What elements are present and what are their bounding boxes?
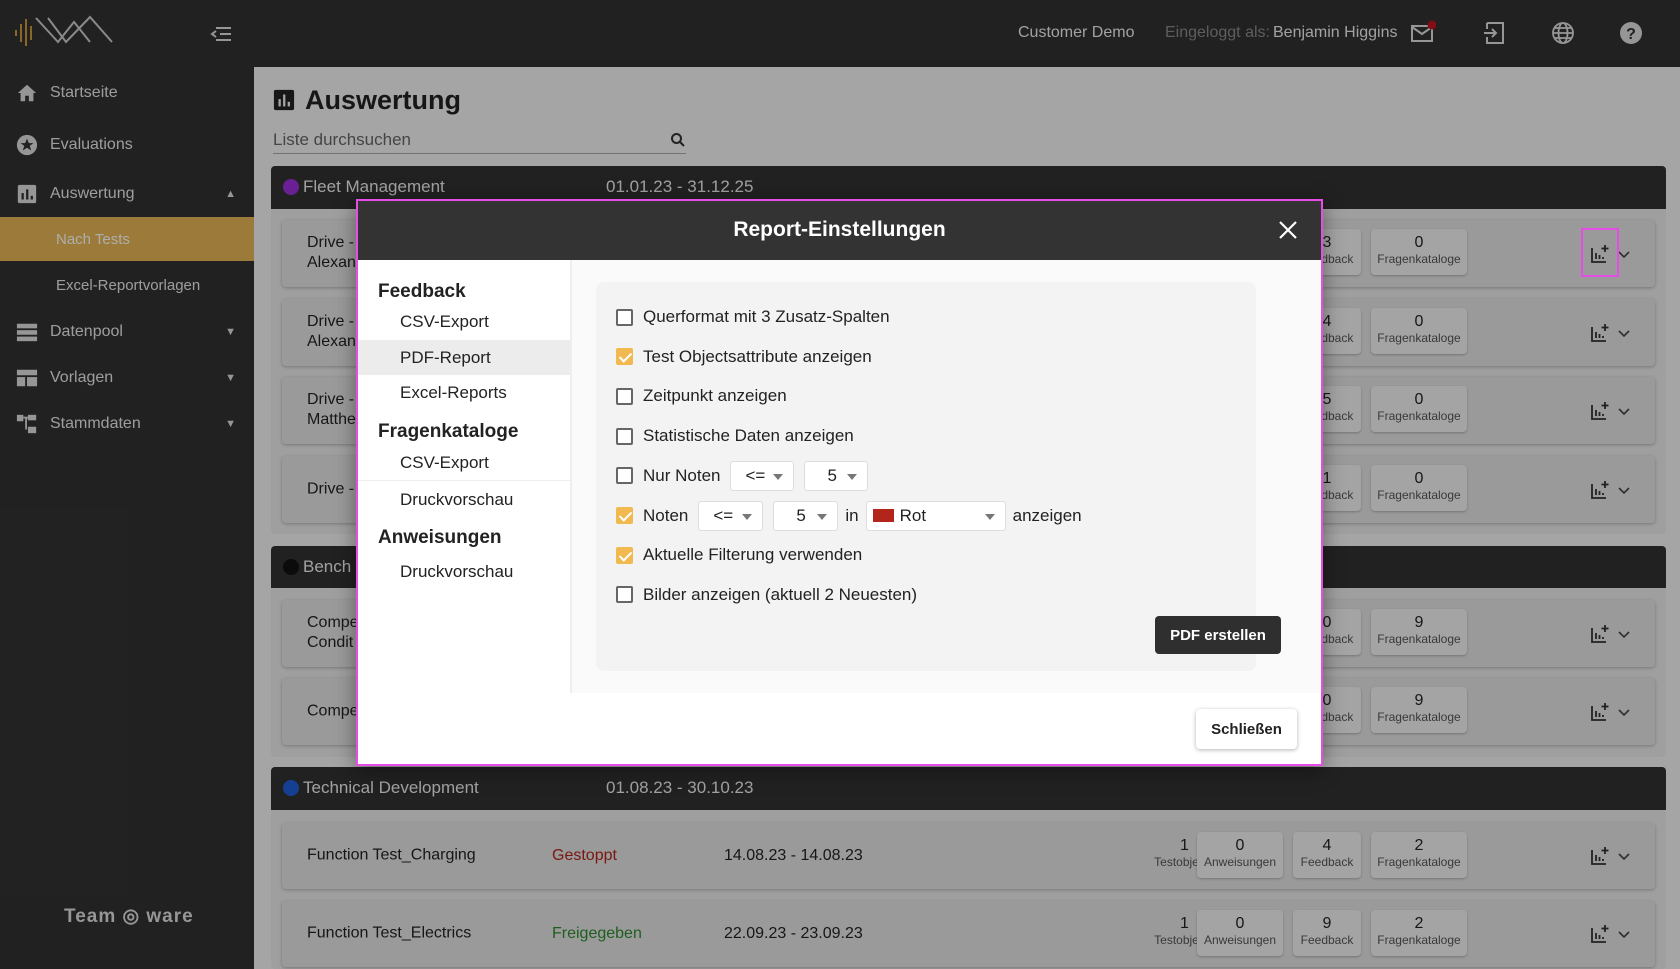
close-button[interactable]: Schließen (1196, 709, 1297, 749)
checkbox[interactable] (616, 507, 633, 524)
highlight-box (1581, 228, 1619, 277)
option-label: Querformat mit 3 Zusatz-Spalten (643, 307, 890, 326)
option-label: Noten (643, 505, 689, 525)
create-pdf-button[interactable]: PDF erstellen (1155, 616, 1281, 654)
option-label: Nur Noten (643, 465, 721, 485)
dialog-title: Report-Einstellungen (733, 218, 946, 241)
checkbox[interactable] (616, 348, 633, 366)
nav-feedback-pdf-report[interactable]: PDF-Report (358, 340, 570, 375)
option-label: Test Objectsattribute anzeigen (643, 346, 872, 366)
option-row: Zeitpunkt anzeigen (616, 381, 787, 411)
report-nav: Feedback CSV-Export PDF-Report Excel-Rep… (358, 260, 572, 693)
nav-anweisungen-druckvorschau[interactable]: Druckvorschau (358, 554, 570, 589)
option-row: Bilder anzeigen (aktuell 2 Neuesten) (616, 580, 917, 610)
close-icon[interactable] (1277, 219, 1299, 241)
nav-fragen-csv-export[interactable]: CSV-Export (358, 446, 570, 481)
anzeigen-label: anzeigen (1012, 505, 1082, 525)
checkbox[interactable] (616, 308, 633, 326)
nur-noten-value-select[interactable]: 5 (804, 460, 869, 491)
option-row: Querformat mit 3 Zusatz-Spalten (616, 302, 890, 332)
pdf-options-panel: Querformat mit 3 Zusatz-Spalten Test Obje… (596, 282, 1281, 671)
option-row: Noten <= 5 in Rot anzeigen (616, 500, 1082, 531)
dialog-header: Report-Einstellungen (358, 201, 1321, 260)
nav-heading-fragenkataloge: Fragenkataloge (378, 421, 519, 442)
noten-operator-select[interactable]: <= (698, 500, 764, 531)
option-label: Zeitpunkt anzeigen (643, 386, 787, 406)
nav-heading-feedback: Feedback (378, 281, 466, 302)
checkbox[interactable] (616, 427, 633, 445)
option-row: Nur Noten <= 5 (616, 460, 878, 491)
color-swatch (872, 509, 894, 522)
nav-feedback-excel-reports[interactable]: Excel-Reports (358, 375, 570, 410)
nav-heading-anweisungen: Anweisungen (378, 527, 502, 548)
checkbox[interactable] (616, 387, 633, 405)
nav-fragen-druckvorschau[interactable]: Druckvorschau (358, 482, 570, 517)
settings-area: Querformat mit 3 Zusatz-Spalten Test Obje… (572, 260, 1321, 693)
in-label: in (845, 505, 859, 525)
nav-feedback-csv-export[interactable]: CSV-Export (358, 304, 570, 339)
option-row: Statistische Daten anzeigen (616, 421, 854, 451)
noten-color-select[interactable]: Rot (865, 500, 1006, 531)
noten-value-select[interactable]: 5 (773, 500, 839, 531)
option-label: Bilder anzeigen (aktuell 2 Neuesten) (643, 584, 918, 604)
option-row: Test Objectsattribute anzeigen (616, 342, 872, 372)
checkbox[interactable] (616, 586, 633, 604)
checkbox[interactable] (616, 467, 633, 485)
option-label: Aktuelle Filterung verwenden (643, 545, 863, 565)
option-row: Aktuelle Filterung verwenden (616, 540, 862, 570)
option-label: Statistische Daten anzeigen (643, 426, 854, 446)
nur-noten-operator-select[interactable]: <= (730, 460, 795, 491)
checkbox[interactable] (616, 546, 633, 564)
report-settings-dialog: Report-Einstellungen Feedback CSV-Export… (356, 199, 1323, 766)
